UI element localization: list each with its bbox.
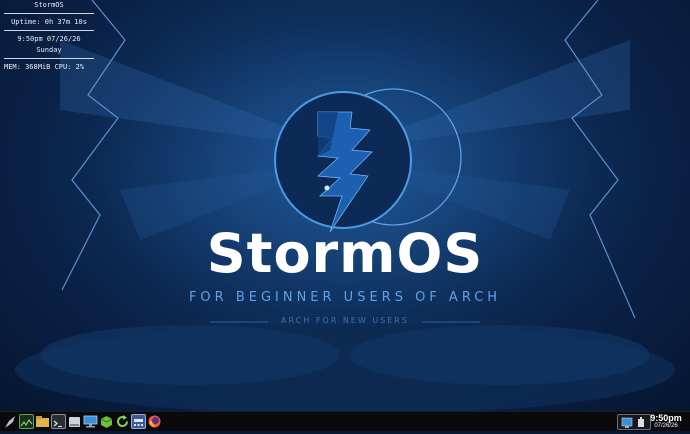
file-manager-icon[interactable] [35,414,50,429]
package-icon[interactable] [99,414,114,429]
conky-divider [4,13,94,14]
conky-system-monitor: StormOS Uptime: 0h 37m 10s 9:50pm 07/26/… [4,0,94,73]
conky-title: StormOS [34,1,64,9]
firefox-icon[interactable] [147,414,162,429]
calculator-icon[interactable] [131,414,146,429]
system-monitor-icon[interactable] [19,414,34,429]
drive-icon[interactable] [67,414,82,429]
wallpaper-subline: ARCH FOR NEW USERS [281,316,409,325]
wallpaper [15,0,675,411]
wallpaper-brand: StormOS [206,222,484,285]
clock-date: 07/26/26 [654,423,678,429]
spark-icon [324,185,330,191]
conky-time-date: 9:50pm 07/26/26 [17,35,81,43]
conky-divider [4,30,94,31]
conky-divider [4,58,94,59]
conky-stats: MEM: 368MiB CPU: 2% [4,63,85,71]
network-icon[interactable] [83,414,98,429]
conky-uptime: Uptime: 0h 37m 10s [11,18,87,26]
network-tray-icon[interactable] [618,416,650,430]
conky-weekday: Sunday [36,46,62,54]
terminal-icon[interactable] [51,414,66,429]
taskbar: 9:50pm 07/26/26 [0,411,690,431]
clock-time: 9:50pm [650,413,682,423]
taskbar-clock[interactable]: 9:50pm 07/26/26 [648,413,684,430]
wallpaper-tagline: FOR BEGINNER USERS OF ARCH [188,290,502,305]
refresh-icon[interactable] [115,414,130,429]
desktop[interactable]: StormOS Uptime: 0h 37m 10s 9:50pm 07/26/… [0,0,690,411]
rocket-icon[interactable] [3,414,18,429]
system-tray[interactable] [617,414,651,430]
